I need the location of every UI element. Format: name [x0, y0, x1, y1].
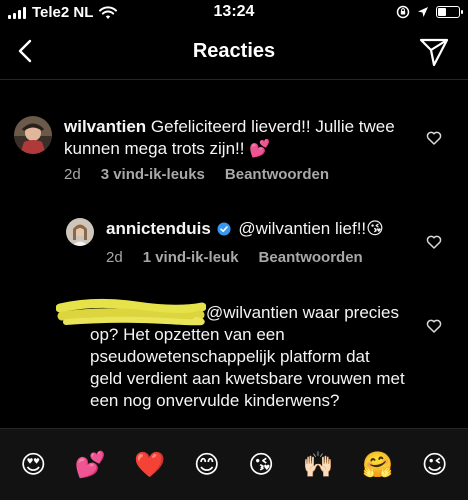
heart-icon[interactable] [426, 234, 442, 250]
battery-icon [436, 6, 463, 18]
comment-meta: 2d 1 vind-ik-leuk Beantwoorden [106, 249, 363, 266]
heart-icon[interactable] [426, 318, 442, 334]
comment-body: @wilvantien waar precies op? Het opzette… [90, 303, 405, 410]
avatar[interactable] [14, 116, 52, 154]
avatar[interactable] [66, 218, 94, 246]
status-bar: Tele2 NL 13:24 [0, 0, 468, 26]
emoji-kiss[interactable]: 😘 [248, 452, 274, 477]
comment-text: wilvantien Gefeliciteerd lieverd!! Julli… [64, 116, 404, 160]
status-bar-right [396, 5, 463, 19]
comment-username[interactable]: wilvantien [64, 117, 146, 136]
header: Reacties [0, 26, 468, 80]
comment-meta: 2d 3 vind-ik-leuks Beantwoorden [64, 166, 329, 183]
like-count[interactable]: 3 vind-ik-leuks [101, 166, 205, 183]
emoji-smile[interactable]: 😊 [194, 452, 220, 477]
comment-username[interactable]: annictenduis [106, 219, 211, 238]
like-count[interactable]: 1 vind-ik-leuk [143, 249, 239, 266]
emoji-two-hearts[interactable]: 💕 [75, 452, 106, 477]
emoji-heart-eyes[interactable]: 😍 [20, 452, 46, 477]
location-arrow-icon [418, 7, 428, 17]
reply-button[interactable]: Beantwoorden [259, 249, 363, 266]
comment-age: 2d [64, 166, 81, 183]
paper-plane-icon[interactable] [418, 36, 450, 68]
comment-text: @wilvantien waar precies op? Het opzette… [90, 302, 406, 412]
comment-reply-item: annictenduis @wilvantien lief!!😘 2d 1 vi… [0, 208, 468, 276]
emoji-wink[interactable]: 😉 [422, 452, 448, 477]
heart-icon[interactable] [426, 130, 442, 146]
comment-age: 2d [106, 249, 123, 266]
page-title: Reacties [192, 40, 276, 62]
orientation-lock-icon [396, 5, 410, 19]
comment-text: annictenduis @wilvantien lief!!😘 [106, 218, 406, 240]
comment-body: @wilvantien lief!!😘 [238, 219, 384, 238]
emoji-raised-hands[interactable]: 🙌🏻 [303, 452, 334, 477]
reply-button[interactable]: Beantwoorden [225, 166, 329, 183]
comment-item: wilvantien Gefeliciteerd lieverd!! Julli… [0, 100, 468, 190]
verified-badge-icon [217, 222, 231, 236]
emoji-bar: 😍 💕 ❤️ 😊 😘 🙌🏻 🤗 😉 [0, 428, 468, 500]
emoji-hug[interactable]: 🤗 [362, 452, 393, 477]
emoji-red-heart[interactable]: ❤️ [134, 452, 165, 477]
comment-reply-item: @wilvantien waar precies op? Het opzette… [0, 298, 468, 428]
